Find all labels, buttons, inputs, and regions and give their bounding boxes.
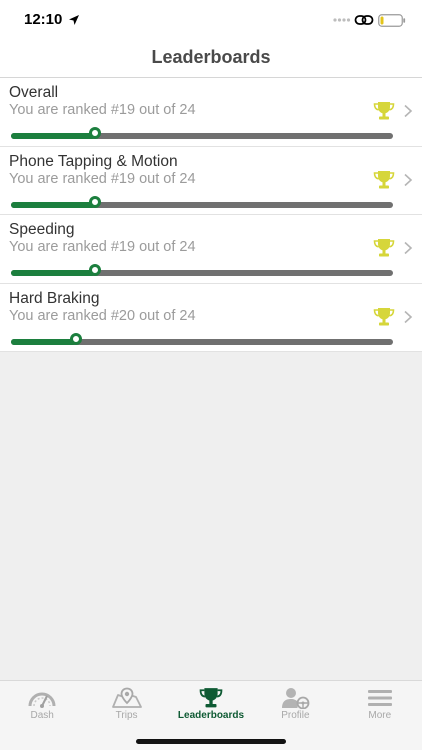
leaderboard-row[interactable]: Hard Braking You are ranked #20 out of 2… (0, 284, 422, 352)
tab-profile[interactable]: Profile (253, 681, 337, 731)
rank-progress-track (11, 127, 393, 139)
menu-icon (367, 690, 392, 706)
tab-label: Trips (115, 710, 138, 721)
leaderboard-rank-text: You are ranked #19 out of 24 (9, 239, 196, 255)
leaderboard-title: Hard Braking (9, 289, 100, 307)
leaderboard-title: Speeding (9, 221, 75, 238)
battery-low-icon (378, 14, 406, 27)
speedometer-icon (28, 692, 56, 708)
location-arrow-icon (69, 15, 79, 25)
chevron-right-icon (404, 104, 413, 118)
tab-label: More (368, 710, 392, 721)
leaderboard-rank-text: You are ranked #19 out of 24 (9, 102, 196, 118)
status-time: 12:10 (24, 11, 63, 28)
tab-trips[interactable]: Trips (84, 681, 168, 731)
trophy-icon (373, 102, 395, 120)
tab-more[interactable]: More (338, 681, 422, 731)
profile-wheel-icon (282, 688, 310, 709)
chevron-right-icon (404, 310, 413, 323)
nav-header: Leaderboards (0, 40, 422, 78)
tab-label: Leaderboards (177, 710, 245, 721)
home-indicator (136, 739, 286, 744)
leaderboard-rank-text: You are ranked #19 out of 24 (9, 170, 196, 187)
leaderboard-row[interactable]: Speeding You are ranked #19 out of 24 (0, 215, 422, 284)
map-pin-icon (111, 687, 142, 708)
rank-progress-track (11, 195, 393, 208)
rank-progress-marker (89, 264, 102, 276)
rank-progress-fill (11, 270, 96, 276)
leaderboard-title: Overall (9, 84, 59, 101)
leaderboard-row[interactable]: Phone Tapping & Motion You are ranked #1… (0, 147, 422, 215)
leaderboard-list: Overall You are ranked #19 out of 24 Pho… (0, 78, 422, 352)
trophy-icon (373, 239, 395, 257)
tab-dash[interactable]: Dash (0, 681, 84, 731)
rank-progress-marker (89, 195, 102, 208)
tab-label: Profile (281, 710, 310, 721)
status-bar: 12:10 (0, 0, 422, 40)
link-icon (354, 15, 374, 25)
rank-progress-marker (89, 127, 102, 139)
trophy-icon (199, 688, 223, 708)
rank-progress-fill (11, 338, 76, 345)
rank-progress-fill (11, 201, 96, 208)
trophy-icon (373, 170, 395, 188)
leaderboard-title: Phone Tapping & Motion (9, 152, 178, 170)
leaderboard-row[interactable]: Overall You are ranked #19 out of 24 (0, 78, 422, 147)
signal-dots-icon (333, 18, 351, 22)
chevron-right-icon (404, 241, 413, 255)
trophy-icon (373, 307, 395, 325)
tab-label: Dash (30, 710, 54, 721)
rank-progress-track (11, 264, 393, 276)
page-title: Leaderboards (151, 47, 271, 67)
rank-progress-marker (69, 332, 82, 345)
rank-progress-fill (11, 133, 96, 139)
chevron-right-icon (404, 173, 413, 186)
rank-progress-track (11, 332, 393, 345)
tab-leaderboards[interactable]: Leaderboards (169, 681, 253, 731)
leaderboard-rank-text: You are ranked #20 out of 24 (9, 307, 196, 324)
